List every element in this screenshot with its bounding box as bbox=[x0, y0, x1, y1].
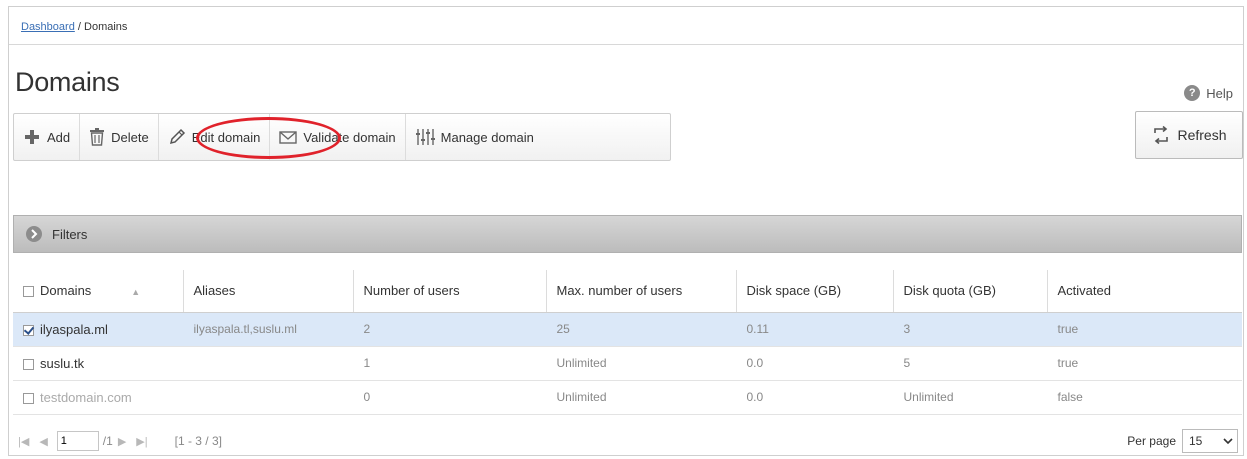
plus-icon bbox=[25, 130, 39, 144]
manage-domain-label: Manage domain bbox=[440, 129, 534, 145]
per-page-control: Per page 15 bbox=[1127, 425, 1238, 457]
next-page-icon[interactable]: ▶ bbox=[118, 435, 126, 448]
edit-domain-button[interactable]: Edit domain bbox=[159, 114, 271, 160]
table-row[interactable]: ilyaspala.ml ilyaspala.tl,suslu.ml 2 25 … bbox=[13, 312, 1242, 347]
domains-panel: Dashboard / Domains Domains ? Help Add D… bbox=[8, 6, 1244, 456]
users-cell: 0 bbox=[353, 380, 546, 415]
aliases-cell bbox=[183, 380, 353, 415]
breadcrumb-current: Domains bbox=[84, 21, 128, 33]
manage-domain-button[interactable]: Manage domain bbox=[406, 114, 543, 160]
activated-cell: true bbox=[1047, 312, 1242, 347]
breadcrumb: Dashboard / Domains bbox=[9, 7, 1243, 45]
page-number-input[interactable] bbox=[56, 431, 99, 451]
domain-cell[interactable]: testdomain.com bbox=[13, 380, 183, 415]
refresh-icon bbox=[1154, 125, 1169, 145]
breadcrumb-separator: / bbox=[77, 21, 81, 33]
per-page-label: Per page bbox=[1127, 434, 1176, 448]
pagination-bar: |◀ ◀ /1 ▶ ▶| [1 - 3 / 3] Per page 15 bbox=[13, 425, 1242, 457]
first-page-icon[interactable]: |◀ bbox=[18, 435, 29, 448]
delete-button[interactable]: Delete bbox=[80, 114, 159, 160]
breadcrumb-dashboard-link[interactable]: Dashboard bbox=[21, 21, 75, 33]
activated-cell: true bbox=[1047, 346, 1242, 381]
filters-toggle[interactable]: Filters bbox=[13, 215, 1242, 253]
table-row[interactable]: testdomain.com 0 Unlimited 0.0 Unlimited… bbox=[13, 380, 1242, 415]
column-header-aliases[interactable]: Aliases bbox=[183, 270, 354, 313]
column-header-number-of-users[interactable]: Number of users bbox=[353, 270, 547, 313]
max-users-cell: Unlimited bbox=[546, 346, 736, 381]
column-header-domains[interactable]: Domains ▲ bbox=[13, 270, 184, 313]
domain-cell[interactable]: suslu.tk bbox=[13, 346, 183, 381]
aliases-cell: ilyaspala.tl,suslu.ml bbox=[183, 312, 353, 347]
row-checkbox[interactable] bbox=[23, 324, 34, 336]
disk-space-cell: 0.11 bbox=[736, 312, 893, 347]
max-users-cell: 25 bbox=[546, 312, 736, 347]
refresh-label: Refresh bbox=[1177, 127, 1227, 143]
prev-page-icon[interactable]: ◀ bbox=[39, 435, 47, 448]
aliases-cell bbox=[183, 346, 353, 381]
disk-space-cell: 0.0 bbox=[736, 380, 893, 415]
page-title: Domains bbox=[15, 67, 120, 97]
help-link[interactable]: ? Help bbox=[1184, 85, 1233, 101]
add-button[interactable]: Add bbox=[14, 114, 81, 160]
per-page-value: 15 bbox=[1189, 434, 1203, 448]
disk-quota-cell: 5 bbox=[893, 346, 1047, 381]
column-header-disk-quota[interactable]: Disk quota (GB) bbox=[893, 270, 1048, 313]
record-range: [1 - 3 / 3] bbox=[174, 434, 222, 448]
activated-cell: false bbox=[1047, 380, 1242, 415]
pencil-icon bbox=[169, 128, 185, 145]
total-pages: /1 bbox=[102, 434, 113, 448]
toolbar: Add Delete Edit domain Validate domain M… bbox=[13, 113, 671, 161]
validate-domain-label: Validate domain bbox=[303, 129, 396, 145]
table-header-row: Domains ▲ Aliases Number of users Max. nu… bbox=[13, 270, 1242, 313]
edit-domain-label: Edit domain bbox=[191, 129, 261, 145]
help-label: Help bbox=[1206, 85, 1233, 101]
row-checkbox[interactable] bbox=[23, 358, 34, 370]
select-all-checkbox[interactable] bbox=[23, 286, 34, 298]
add-label: Add bbox=[47, 129, 71, 145]
table-row[interactable]: suslu.tk 1 Unlimited 0.0 5 true bbox=[13, 346, 1242, 381]
domain-cell[interactable]: ilyaspala.ml bbox=[13, 312, 183, 347]
column-header-disk-space[interactable]: Disk space (GB) bbox=[736, 270, 894, 313]
max-users-cell: Unlimited bbox=[546, 380, 736, 415]
disk-quota-cell: Unlimited bbox=[893, 380, 1047, 415]
trash-icon bbox=[90, 128, 105, 146]
filters-label: Filters bbox=[52, 226, 88, 242]
disk-quota-cell: 3 bbox=[893, 312, 1047, 347]
domains-table: Domains ▲ Aliases Number of users Max. nu… bbox=[13, 270, 1242, 415]
users-cell: 2 bbox=[353, 312, 546, 347]
users-cell: 1 bbox=[353, 346, 546, 381]
sort-asc-icon: ▲ bbox=[131, 287, 141, 298]
chevron-down-icon bbox=[1223, 438, 1233, 445]
row-checkbox[interactable] bbox=[23, 392, 34, 404]
envelope-icon bbox=[279, 131, 298, 144]
column-header-activated[interactable]: Activated bbox=[1047, 270, 1242, 313]
disk-space-cell: 0.0 bbox=[736, 346, 893, 381]
expand-chevron-icon bbox=[26, 226, 42, 242]
per-page-select[interactable]: 15 bbox=[1182, 429, 1238, 453]
help-icon: ? bbox=[1184, 85, 1201, 101]
column-header-max-users[interactable]: Max. number of users bbox=[546, 270, 737, 313]
last-page-icon[interactable]: ▶| bbox=[136, 435, 147, 448]
delete-label: Delete bbox=[111, 129, 149, 145]
sliders-icon bbox=[415, 129, 435, 145]
refresh-button[interactable]: Refresh bbox=[1135, 111, 1243, 159]
validate-domain-button[interactable]: Validate domain bbox=[270, 114, 406, 160]
